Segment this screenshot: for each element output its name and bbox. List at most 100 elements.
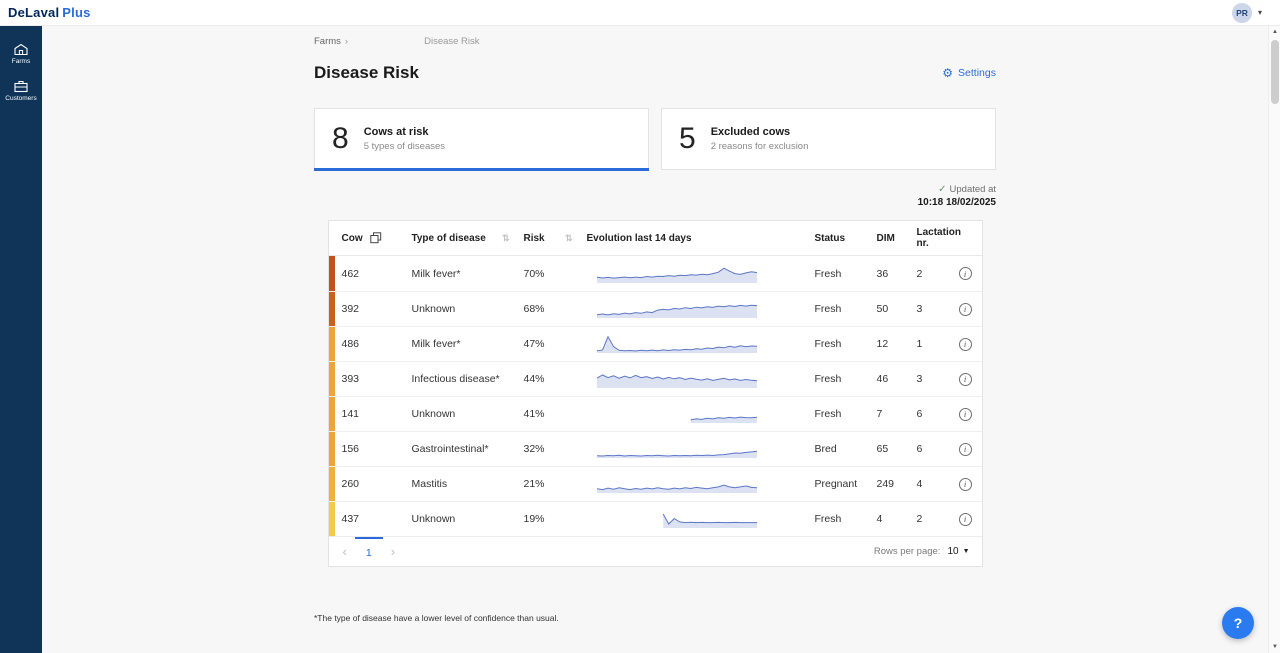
cell-status: Pregnant — [815, 478, 877, 490]
user-menu[interactable]: PR ▾ — [1232, 3, 1262, 23]
updated-timestamp: 10:18 18/02/2025 — [314, 197, 996, 208]
scroll-down-arrow-icon[interactable]: ▼ — [1269, 641, 1280, 653]
cell-status: Fresh — [815, 303, 877, 315]
info-icon[interactable]: i — [959, 303, 972, 316]
chevron-down-icon[interactable]: ▾ — [1258, 8, 1262, 17]
risk-severity-bar — [329, 502, 335, 536]
info-icon[interactable]: i — [959, 267, 972, 280]
info-icon[interactable]: i — [959, 513, 972, 526]
cell-cow: 156 — [329, 443, 412, 455]
evolution-sparkline — [587, 296, 815, 322]
cell-dim: 4 — [877, 513, 917, 525]
breadcrumb-separator: › — [345, 36, 348, 47]
rows-per-page-select[interactable]: 10 ▼ — [947, 546, 969, 557]
risk-severity-bar — [329, 397, 335, 431]
table-row[interactable]: 141 Unknown 41% Fresh 7 6 i — [329, 396, 982, 431]
table-row[interactable]: 486 Milk fever* 47% Fresh 12 1 i — [329, 326, 982, 361]
sort-icon[interactable]: ⇅ — [502, 233, 510, 244]
breadcrumb-farms[interactable]: Farms — [314, 36, 341, 47]
copy-icon[interactable] — [370, 232, 382, 244]
cell-risk: 21% — [524, 478, 587, 490]
cell-cow: 141 — [329, 408, 412, 420]
sidebar-item-label: Customers — [5, 95, 36, 102]
cell-risk: 47% — [524, 338, 587, 350]
cell-cow: 437 — [329, 513, 412, 525]
evolution-sparkline — [587, 366, 815, 392]
cell-lactation: 3 — [917, 303, 959, 315]
cell-type-of-disease: Milk fever* — [412, 338, 524, 350]
card-excluded-cows[interactable]: 5 Excluded cows 2 reasons for exclusion — [661, 108, 996, 170]
scrollbar-thumb[interactable] — [1271, 40, 1279, 104]
main-area: Farms › Disease Risk Disease Risk ⚙ Sett… — [42, 26, 1268, 653]
cell-dim: 12 — [877, 338, 917, 350]
info-icon[interactable]: i — [959, 408, 972, 421]
cell-status: Fresh — [815, 338, 877, 350]
scrollbar[interactable]: ▲ ▼ — [1268, 26, 1280, 653]
risk-severity-bar — [329, 467, 335, 501]
updated-label: Updated at — [950, 184, 996, 195]
cell-risk: 70% — [524, 268, 587, 280]
table-row[interactable]: 392 Unknown 68% Fresh 50 3 i — [329, 291, 982, 326]
cell-dim: 46 — [877, 373, 917, 385]
table-row[interactable]: 437 Unknown 19% Fresh 4 2 i — [329, 501, 982, 536]
cell-risk: 41% — [524, 408, 587, 420]
cell-status: Fresh — [815, 513, 877, 525]
table-row[interactable]: 462 Milk fever* 70% Fresh 36 2 i — [329, 256, 982, 291]
help-button[interactable]: ? — [1222, 607, 1254, 639]
settings-button[interactable]: ⚙ Settings — [942, 67, 996, 79]
column-lactation: Lactation nr. — [917, 227, 961, 249]
cell-risk: 44% — [524, 373, 587, 385]
cell-cow: 486 — [329, 338, 412, 350]
column-type-of-disease[interactable]: Type of disease — [412, 233, 486, 244]
cell-lactation: 2 — [917, 268, 959, 280]
cell-lactation: 4 — [917, 478, 959, 490]
cell-dim: 36 — [877, 268, 917, 280]
cell-risk: 68% — [524, 303, 587, 315]
page-title: Disease Risk — [314, 63, 419, 83]
next-page-button[interactable]: › — [383, 544, 403, 559]
customers-icon — [13, 79, 29, 93]
table-row[interactable]: 156 Gastrointestinal* 32% Bred 65 6 i — [329, 431, 982, 466]
cell-type-of-disease: Unknown — [412, 513, 524, 525]
table-row[interactable]: 393 Infectious disease* 44% Fresh 46 3 i — [329, 361, 982, 396]
cell-type-of-disease: Gastrointestinal* — [412, 443, 524, 455]
card-cows-at-risk[interactable]: 8 Cows at risk 5 types of diseases — [314, 108, 649, 170]
info-icon[interactable]: i — [959, 478, 972, 491]
cell-status: Fresh — [815, 408, 877, 420]
info-icon[interactable]: i — [959, 443, 972, 456]
avatar[interactable]: PR — [1232, 3, 1252, 23]
evolution-sparkline — [587, 401, 815, 427]
scroll-up-arrow-icon[interactable]: ▲ — [1269, 26, 1280, 38]
footnote: *The type of disease have a lower level … — [314, 613, 996, 623]
risk-severity-bar — [329, 432, 335, 466]
pagination: ‹ 1 › Rows per page: 10 ▼ — [329, 536, 982, 566]
sidebar-item-farms[interactable]: Farms — [0, 34, 42, 71]
breadcrumb: Farms › Disease Risk — [314, 36, 996, 47]
sidebar-item-customers[interactable]: Customers — [0, 71, 42, 108]
card-subtitle: 5 types of diseases — [364, 141, 445, 152]
cell-status: Fresh — [815, 268, 877, 280]
column-risk[interactable]: Risk — [524, 233, 545, 244]
cell-lactation: 6 — [917, 408, 959, 420]
brand-secondary: Plus — [62, 5, 90, 20]
table-header: Cow Type of disease ⇅ Risk ⇅ Evolution l… — [329, 221, 982, 255]
cows-at-risk-count: 8 — [332, 122, 349, 156]
sidebar: Farms Customers — [0, 26, 42, 653]
table-row[interactable]: 260 Mastitis 21% Pregnant 249 4 i — [329, 466, 982, 501]
sidebar-item-label: Farms — [12, 58, 30, 65]
previous-page-button[interactable]: ‹ — [335, 544, 355, 559]
cell-dim: 65 — [877, 443, 917, 455]
column-evolution: Evolution last 14 days — [587, 233, 692, 244]
cell-cow: 392 — [329, 303, 412, 315]
brand-logo[interactable]: DeLavalPlus — [8, 5, 91, 20]
sort-icon[interactable]: ⇅ — [565, 233, 573, 244]
risk-severity-bar — [329, 362, 335, 396]
info-icon[interactable]: i — [959, 338, 972, 351]
risk-severity-bar — [329, 327, 335, 361]
cell-status: Bred — [815, 443, 877, 455]
cell-risk: 19% — [524, 513, 587, 525]
risk-severity-bar — [329, 256, 335, 291]
info-icon[interactable]: i — [959, 373, 972, 386]
evolution-sparkline — [587, 506, 815, 532]
page-number[interactable]: 1 — [355, 537, 383, 566]
